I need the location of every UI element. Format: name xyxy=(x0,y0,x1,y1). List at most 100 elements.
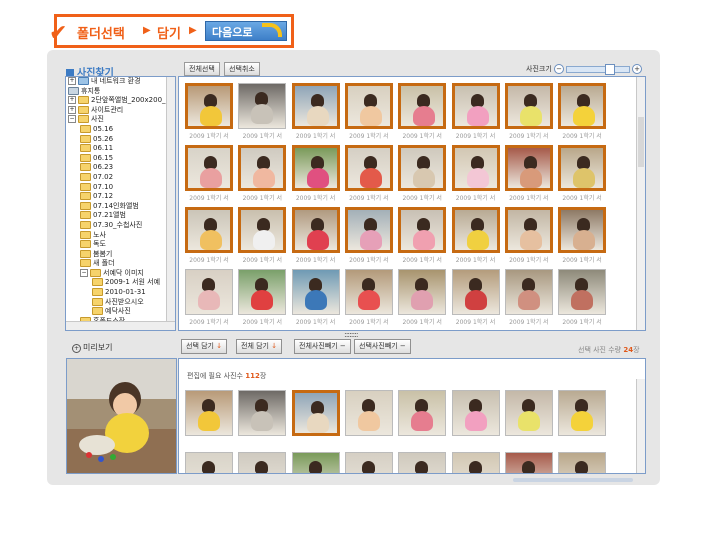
tree-item[interactable]: 휴지통 xyxy=(66,86,175,97)
photo-thumbnail[interactable] xyxy=(504,390,553,450)
photo-thumbnail[interactable] xyxy=(238,452,287,473)
photo-thumbnail[interactable]: 2009 1학기 서 xyxy=(185,83,233,143)
tree-item[interactable]: 05.16 xyxy=(66,124,175,135)
tree-item[interactable]: +2단앞쪽앨범_200x200_0 xyxy=(66,96,175,106)
tree-item[interactable]: 06.15 xyxy=(66,153,175,164)
photo-thumbnail[interactable]: 2009 1학기 서 xyxy=(451,269,500,329)
tree-item[interactable]: 예닥사진 xyxy=(66,307,175,317)
photo-thumbnail[interactable]: 2009 1학기 서 xyxy=(504,269,553,329)
tree-vertical-scrollbar[interactable] xyxy=(166,77,175,330)
tree-item[interactable]: 2010-01-31 xyxy=(66,288,175,298)
photo-thumbnail[interactable]: 2009 1학기 서 xyxy=(185,269,233,329)
photo-thumbnail[interactable] xyxy=(291,390,340,450)
remove-selected-button[interactable]: 선택사진빼기 − xyxy=(354,339,411,354)
photo-thumbnail[interactable] xyxy=(344,390,393,450)
select-all-button[interactable]: 전체선택 xyxy=(184,62,220,76)
zoom-slider[interactable] xyxy=(566,63,630,75)
expand-icon[interactable]: + xyxy=(68,96,76,105)
photo-image xyxy=(291,390,340,436)
zoom-out-icon[interactable]: − xyxy=(554,64,564,74)
photo-thumbnail[interactable] xyxy=(238,390,287,450)
next-button[interactable]: 다음으로 xyxy=(205,21,287,41)
photo-thumbnail[interactable]: 2009 1학기 서 xyxy=(398,83,447,143)
photo-thumbnail[interactable]: 2009 1학기 서 xyxy=(291,83,340,143)
photo-thumbnail[interactable]: 2009 1학기 서 xyxy=(344,145,393,205)
tree-item[interactable]: + 내 네트워크 환경 xyxy=(66,77,175,87)
tree-item[interactable]: 독도 xyxy=(66,240,175,250)
zoom-in-icon[interactable]: + xyxy=(632,64,642,74)
tree-item[interactable]: 07.21앨범 xyxy=(66,211,175,221)
tree-item[interactable]: 노사 xyxy=(66,230,175,241)
photo-thumbnail[interactable] xyxy=(291,452,340,473)
photo-thumbnail[interactable]: 2009 1학기 서 xyxy=(291,145,340,205)
photo-caption: 2009 1학기 서 xyxy=(455,195,496,202)
collapse-icon[interactable]: − xyxy=(68,115,76,124)
photo-thumbnail[interactable]: 2009 1학기 서 xyxy=(238,207,287,267)
expand-icon[interactable]: + xyxy=(68,105,76,114)
tree-item[interactable]: 2009-1 서원 서예 xyxy=(66,278,175,288)
tree-item[interactable]: 사진받으시오 xyxy=(66,297,175,308)
grid-scrollbar-thumb[interactable] xyxy=(638,117,644,167)
photo-thumbnail[interactable] xyxy=(398,452,447,473)
remove-all-button[interactable]: 전체사진빼기 − xyxy=(294,339,351,354)
photo-thumbnail[interactable]: 2009 1학기 서 xyxy=(398,145,447,205)
tree-item[interactable]: 06.11 xyxy=(66,144,175,154)
grid-scrollbar[interactable] xyxy=(636,77,645,330)
photo-thumbnail[interactable]: 2009 1학기 서 xyxy=(344,83,393,143)
add-all-button[interactable]: 전체 담기 ↓ xyxy=(236,339,283,354)
photo-thumbnail[interactable]: 2009 1학기 서 xyxy=(558,145,607,205)
photo-thumbnail[interactable] xyxy=(558,452,607,473)
photo-thumbnail[interactable] xyxy=(185,452,233,473)
photo-thumbnail[interactable]: 2009 1학기 서 xyxy=(344,207,393,267)
photo-thumbnail[interactable]: 2009 1학기 서 xyxy=(185,207,233,267)
tree-item[interactable]: 새 폴더 xyxy=(66,259,175,269)
photo-thumbnail[interactable]: 2009 1학기 서 xyxy=(344,269,393,329)
tree-item[interactable]: 07.10 xyxy=(66,182,175,193)
folder-icon xyxy=(78,105,89,114)
photo-thumbnail[interactable]: 2009 1학기 서 xyxy=(504,145,553,205)
photo-thumbnail[interactable]: 2009 1학기 서 xyxy=(238,83,287,143)
photo-thumbnail[interactable]: 2009 1학기 서 xyxy=(398,269,447,329)
tree-item[interactable]: 봄봄기 xyxy=(66,249,175,260)
photo-thumbnail[interactable]: 2009 1학기 서 xyxy=(504,207,553,267)
tree-item[interactable]: 07.14인화앨범 xyxy=(66,201,175,212)
selected-count-value: 24 xyxy=(623,346,634,354)
photo-thumbnail[interactable]: 2009 1학기 서 xyxy=(451,207,500,267)
photo-thumbnail[interactable]: 2009 1학기 서 xyxy=(238,269,287,329)
collapse-icon[interactable]: − xyxy=(80,268,88,277)
photo-thumbnail[interactable]: 2009 1학기 서 xyxy=(504,83,553,143)
resize-handle[interactable]: :::::::: xyxy=(344,330,359,339)
photo-thumbnail[interactable] xyxy=(451,452,500,473)
photo-thumbnail[interactable]: 2009 1학기 서 xyxy=(558,269,607,329)
tree-item[interactable]: + 사이트관리 xyxy=(66,105,175,116)
photo-thumbnail[interactable] xyxy=(451,390,500,450)
tree-item[interactable]: 05.26 xyxy=(66,134,175,145)
panel-bottom-scrollbar[interactable] xyxy=(513,478,633,482)
photo-thumbnail[interactable]: 2009 1학기 서 xyxy=(558,207,607,267)
deselect-button[interactable]: 선택취소 xyxy=(224,62,260,76)
photo-thumbnail[interactable]: 2009 1학기 서 xyxy=(398,207,447,267)
tree-item[interactable]: 06.23 xyxy=(66,163,175,173)
photo-thumbnail[interactable] xyxy=(185,390,233,450)
expand-icon[interactable]: + xyxy=(68,77,76,85)
tree-item[interactable]: 07.02 xyxy=(66,172,175,183)
tree-item[interactable]: − 사진 xyxy=(66,115,175,125)
photo-thumbnail[interactable]: 2009 1학기 서 xyxy=(451,145,500,205)
add-selected-button[interactable]: 선택 담기 ↓ xyxy=(181,339,228,354)
tree-item[interactable]: 07.12 xyxy=(66,192,175,202)
photo-thumbnail[interactable] xyxy=(398,390,447,450)
photo-thumbnail[interactable]: 2009 1학기 서 xyxy=(185,145,233,205)
photo-subject-body xyxy=(464,411,487,431)
photo-thumbnail[interactable] xyxy=(558,390,607,450)
zoom-slider-handle[interactable] xyxy=(605,63,615,75)
collected-scrollbar[interactable] xyxy=(636,379,645,473)
photo-thumbnail[interactable]: 2009 1학기 서 xyxy=(558,83,607,143)
photo-thumbnail[interactable]: 2009 1학기 서 xyxy=(238,145,287,205)
photo-thumbnail[interactable] xyxy=(504,452,553,473)
tree-item[interactable]: 07.30_수첩사진 xyxy=(66,220,175,231)
photo-thumbnail[interactable]: 2009 1학기 서 xyxy=(291,269,340,329)
tree-horizontal-scrollbar[interactable] xyxy=(66,321,175,330)
photo-thumbnail[interactable]: 2009 1학기 서 xyxy=(291,207,340,267)
photo-thumbnail[interactable]: 2009 1학기 서 xyxy=(451,83,500,143)
photo-thumbnail[interactable] xyxy=(344,452,393,473)
